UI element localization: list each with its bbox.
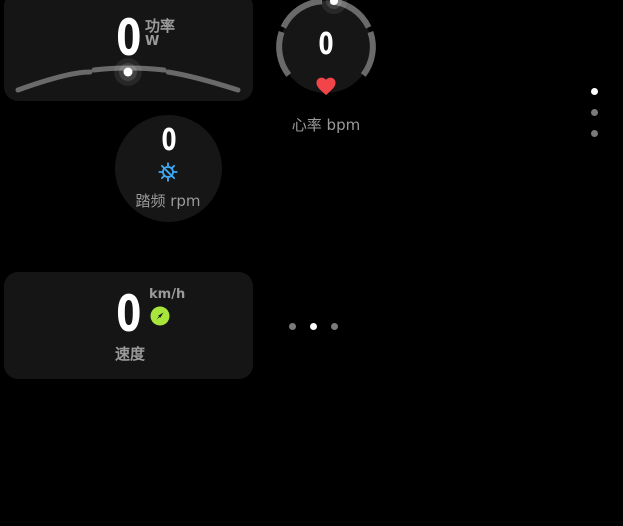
- speedometer-icon: [150, 306, 170, 326]
- page-dot-horizontal-1[interactable]: [289, 323, 296, 330]
- power-value: 0: [116, 9, 142, 67]
- page-dot-horizontal-2[interactable]: [310, 323, 317, 330]
- speed-unit: km/h: [149, 287, 186, 302]
- speed-label: 速度: [114, 345, 145, 363]
- heart-rate-value: 0: [318, 27, 334, 62]
- page-dot-vertical-2[interactable]: [591, 109, 598, 116]
- heart-icon: [316, 77, 336, 96]
- speed-value: 0: [116, 285, 142, 343]
- heart-rate-label: 心率 bpm: [291, 116, 361, 134]
- power-label: 功率: [145, 17, 176, 35]
- power-unit: W: [145, 34, 160, 49]
- cadence-label: 踏频 rpm: [135, 192, 201, 210]
- page-dot-horizontal-3[interactable]: [331, 323, 338, 330]
- cadence-value: 0: [161, 123, 177, 158]
- page-dot-vertical-3[interactable]: [591, 130, 598, 137]
- workout-screen: 0 功率 W 0 心率 bpm 0 踏频 rpm 0 km/h 速度: [0, 0, 623, 526]
- page-dot-vertical-1[interactable]: [591, 88, 598, 95]
- cadence-gear-icon: [158, 162, 178, 182]
